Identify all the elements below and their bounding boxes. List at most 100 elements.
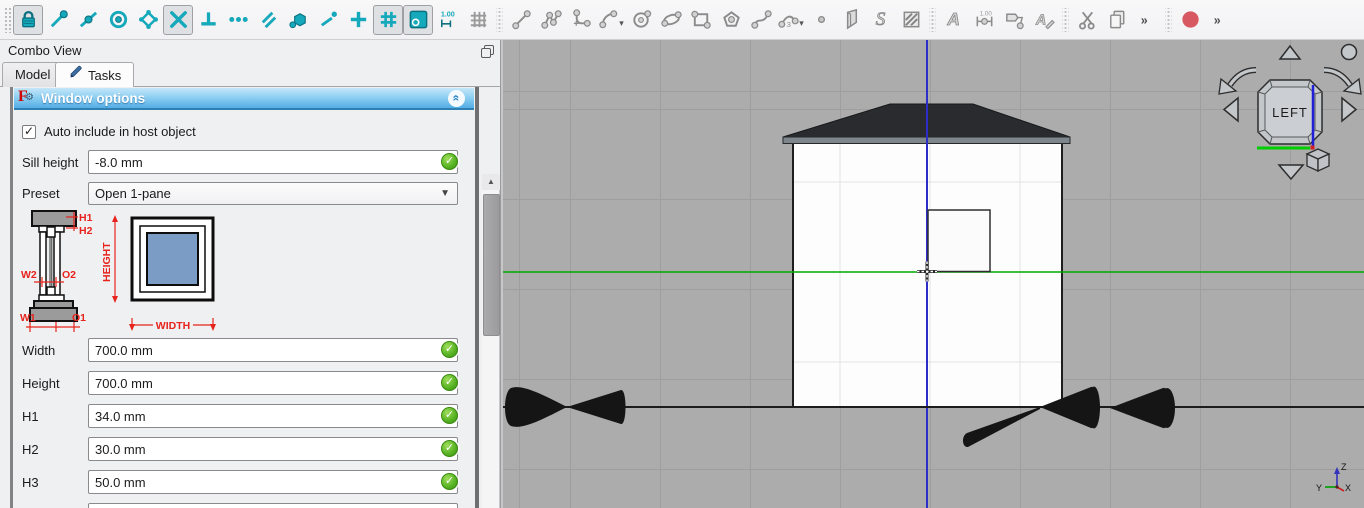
preset-dropdown[interactable]: Open 1-pane ▼ bbox=[88, 182, 458, 205]
toolbar-button-snap-extension[interactable] bbox=[223, 5, 253, 35]
nav-arrow-down[interactable] bbox=[1279, 165, 1303, 179]
window-preview[interactable] bbox=[928, 210, 990, 272]
scrollbar-thumb[interactable] bbox=[483, 194, 500, 336]
draft-hatch-icon bbox=[900, 8, 923, 31]
toolbar-button-snap-parallel[interactable] bbox=[253, 5, 283, 35]
nav-arrow-up[interactable] bbox=[1280, 46, 1300, 59]
toolbar-button-snap-dimensions[interactable]: 1.00 bbox=[433, 5, 463, 35]
snap-parallel-icon bbox=[257, 8, 280, 31]
h1-input[interactable] bbox=[88, 404, 458, 428]
draft-bezier-icon: 3 bbox=[777, 8, 800, 31]
toolbar-button-snap-intersection[interactable] bbox=[163, 5, 193, 35]
scroll-up-button[interactable]: ▲ bbox=[482, 174, 500, 190]
valid-check-icon: ✓ bbox=[441, 440, 458, 457]
window-options-header[interactable]: F⚙ Window options « bbox=[14, 88, 474, 110]
toolbar-button-draft-rectangle[interactable] bbox=[686, 5, 716, 35]
toolbar-button-draft-polyline[interactable] bbox=[536, 5, 566, 35]
toolbar-button-draft-text[interactable]: A bbox=[939, 5, 969, 35]
tab-tasks-label: Tasks bbox=[88, 64, 121, 88]
dropdown-arrow-icon[interactable]: ▾ bbox=[619, 18, 624, 29]
toolbar-button-snap-workingplane[interactable] bbox=[403, 5, 433, 35]
h1-label: H1 bbox=[22, 409, 39, 424]
toolbar-button-overflow[interactable]: » bbox=[1205, 5, 1235, 35]
axis-label-z: Z bbox=[1341, 462, 1347, 472]
toolbar-button-draft-label[interactable] bbox=[999, 5, 1029, 35]
toolbar-button-snap-ortho[interactable] bbox=[343, 5, 373, 35]
snap-near-icon bbox=[317, 8, 340, 31]
nav-cube-face-label[interactable]: LEFT bbox=[1272, 105, 1308, 120]
toolbar-button-annotation-styles[interactable]: A bbox=[1029, 5, 1059, 35]
draft-ellipse-icon bbox=[660, 8, 683, 31]
toolbar-button-cut[interactable] bbox=[1072, 5, 1102, 35]
window-options-taskbox: F⚙ Window options « ✓ Auto include in ho… bbox=[10, 87, 479, 508]
nav-mini-cube[interactable] bbox=[1307, 149, 1329, 171]
toolbar-button-draft-bezier[interactable]: 3▾ bbox=[776, 5, 806, 35]
toolbar-button-draft-facebinder[interactable] bbox=[836, 5, 866, 35]
diagram-label-h1: H1 bbox=[79, 212, 93, 224]
chevron-down-icon: ▼ bbox=[440, 188, 450, 199]
toolbar-button-draft-polygon[interactable] bbox=[716, 5, 746, 35]
width-input[interactable] bbox=[88, 338, 458, 362]
annotation-styles-icon: A bbox=[1033, 8, 1056, 31]
valid-check-icon: ✓ bbox=[441, 153, 458, 170]
toolbar-button-draft-point[interactable] bbox=[806, 5, 836, 35]
draft-dimension-icon: 1.00 bbox=[973, 8, 996, 31]
toolbar-button-snap-lock[interactable] bbox=[13, 5, 43, 35]
toolbar-drag-handle[interactable] bbox=[4, 7, 11, 33]
navigation-cluster: LEFT bbox=[1219, 45, 1361, 180]
auto-include-checkbox[interactable]: ✓ bbox=[22, 125, 36, 139]
svg-text:»: » bbox=[1213, 13, 1220, 27]
task-panel-scrollbar[interactable]: ▲ ▼ bbox=[482, 174, 500, 508]
svg-text:1.00: 1.00 bbox=[979, 11, 992, 18]
collapse-section-button[interactable]: « bbox=[448, 90, 465, 107]
nav-origin-dot bbox=[1311, 146, 1315, 150]
toolbar-button-toggle-grid[interactable] bbox=[463, 5, 493, 35]
toolbar-button-snap-endpoint[interactable] bbox=[43, 5, 73, 35]
dropdown-arrow-icon[interactable]: ▾ bbox=[799, 18, 804, 29]
toolbar-button-draft-fillet[interactable] bbox=[566, 5, 596, 35]
toolbar-button-snap-special[interactable] bbox=[283, 5, 313, 35]
draft-polyline-icon bbox=[540, 8, 563, 31]
toolbar-button-snap-grid[interactable] bbox=[373, 5, 403, 35]
height-label: Height bbox=[22, 376, 60, 391]
toolbar-button-draft-dimension[interactable]: 1.00 bbox=[969, 5, 999, 35]
diagram-label-width: WIDTH bbox=[156, 320, 190, 332]
snap-ortho-icon bbox=[347, 8, 370, 31]
diagram-label-w1: W1 bbox=[20, 312, 36, 324]
overflow-icon: » bbox=[1209, 8, 1232, 31]
toolbar-button-snap-near[interactable] bbox=[313, 5, 343, 35]
float-panel-icon[interactable] bbox=[481, 43, 494, 56]
h2-input[interactable] bbox=[88, 437, 458, 461]
draft-point-icon bbox=[810, 8, 833, 31]
draft-circle-icon bbox=[630, 8, 653, 31]
toolbar-button-draft-arc[interactable]: ▾ bbox=[596, 5, 626, 35]
sill-height-input[interactable] bbox=[88, 150, 458, 174]
h3-input[interactable] bbox=[88, 470, 458, 494]
nav-arrow-right[interactable] bbox=[1342, 98, 1356, 121]
toolbar-button-snap-center[interactable] bbox=[103, 5, 133, 35]
toolbar-button-snap-angle[interactable] bbox=[133, 5, 163, 35]
height-input[interactable] bbox=[88, 371, 458, 395]
toolbar-button-snap-midpoint[interactable] bbox=[73, 5, 103, 35]
freecad-logo-icon: F⚙ bbox=[18, 90, 36, 106]
tab-tasks[interactable]: Tasks bbox=[55, 62, 134, 88]
3d-viewport[interactable]: LEFT Z Y X bbox=[503, 40, 1364, 508]
toolbar-button-overflow[interactable]: » bbox=[1132, 5, 1162, 35]
toolbar-button-draft-circle[interactable] bbox=[626, 5, 656, 35]
toolbar-button-draft-ellipse[interactable] bbox=[656, 5, 686, 35]
diagram-sill bbox=[30, 308, 77, 321]
toolbar-button-copy[interactable] bbox=[1102, 5, 1132, 35]
toolbar-button-snap-perpendicular[interactable] bbox=[193, 5, 223, 35]
toolbar-button-draft-hatch[interactable] bbox=[896, 5, 926, 35]
axis-label-x: X bbox=[1345, 483, 1351, 493]
svg-text:S: S bbox=[875, 9, 885, 30]
toolbar-button-record-macro[interactable] bbox=[1175, 5, 1205, 35]
toolbar-button-draft-line[interactable] bbox=[506, 5, 536, 35]
toolbar-button-draft-bspline[interactable] bbox=[746, 5, 776, 35]
field-input-partial[interactable] bbox=[88, 503, 458, 508]
nav-arrow-left[interactable] bbox=[1224, 98, 1238, 121]
toolbar-button-draft-shapestring[interactable]: S bbox=[866, 5, 896, 35]
valid-check-icon: ✓ bbox=[441, 473, 458, 490]
nav-circle[interactable] bbox=[1342, 45, 1357, 60]
combo-view-titlebar: Combo View bbox=[0, 40, 502, 61]
